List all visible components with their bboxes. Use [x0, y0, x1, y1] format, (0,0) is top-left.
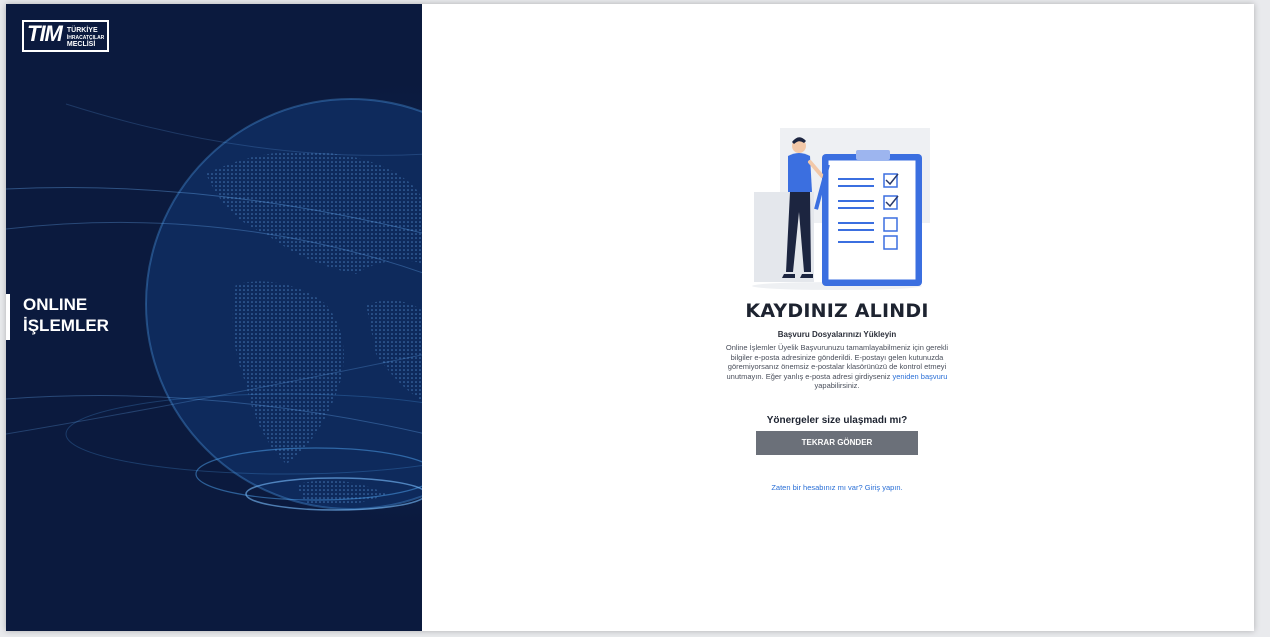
- sidebar-hero: TIM TÜRKİYE İHRACATÇILAR MECLİSİ ONLINE …: [6, 4, 422, 631]
- heading-accent-bar: [6, 294, 10, 340]
- description-text: Online İşlemler Üyelik Başvurunuzu tamam…: [712, 343, 962, 391]
- login-link[interactable]: Zaten bir hesabınız mı var? Giriş yapın.: [712, 483, 962, 492]
- tim-logo: TIM TÜRKİYE İHRACATÇILAR MECLİSİ: [22, 20, 110, 52]
- logo-line-1: TÜRKİYE: [66, 26, 98, 34]
- logo-text: TÜRKİYE İHRACATÇILAR MECLİSİ: [65, 22, 107, 50]
- description-tail: yapabilirsiniz.: [814, 381, 860, 391]
- logo-line-3: MECLİSİ: [66, 40, 96, 48]
- main-panel: KAYDINIZ ALINDI Başvuru Dosyalarınızı Yü…: [422, 4, 1254, 631]
- logo-mark: TIM: [27, 21, 63, 46]
- app-frame: TIM TÜRKİYE İHRACATÇILAR MECLİSİ ONLINE …: [6, 4, 1254, 631]
- resend-question: Yönergeler size ulaşmadı mı?: [766, 414, 908, 426]
- page-title: KAYDINIZ ALINDI: [745, 300, 929, 322]
- reapply-link[interactable]: yeniden başvuru: [892, 372, 947, 381]
- heading-line-2: İŞLEMLER: [23, 316, 109, 335]
- heading-line-1: ONLINE: [23, 295, 88, 314]
- section-heading: ONLINE İŞLEMLER: [6, 294, 109, 340]
- checklist-illustration: [752, 128, 930, 290]
- confirmation-card: KAYDINIZ ALINDI Başvuru Dosyalarınızı Yü…: [712, 122, 962, 492]
- page-subtitle: Başvuru Dosyalarınızı Yükleyin: [777, 330, 897, 339]
- resend-button[interactable]: TEKRAR GÖNDER: [756, 430, 918, 455]
